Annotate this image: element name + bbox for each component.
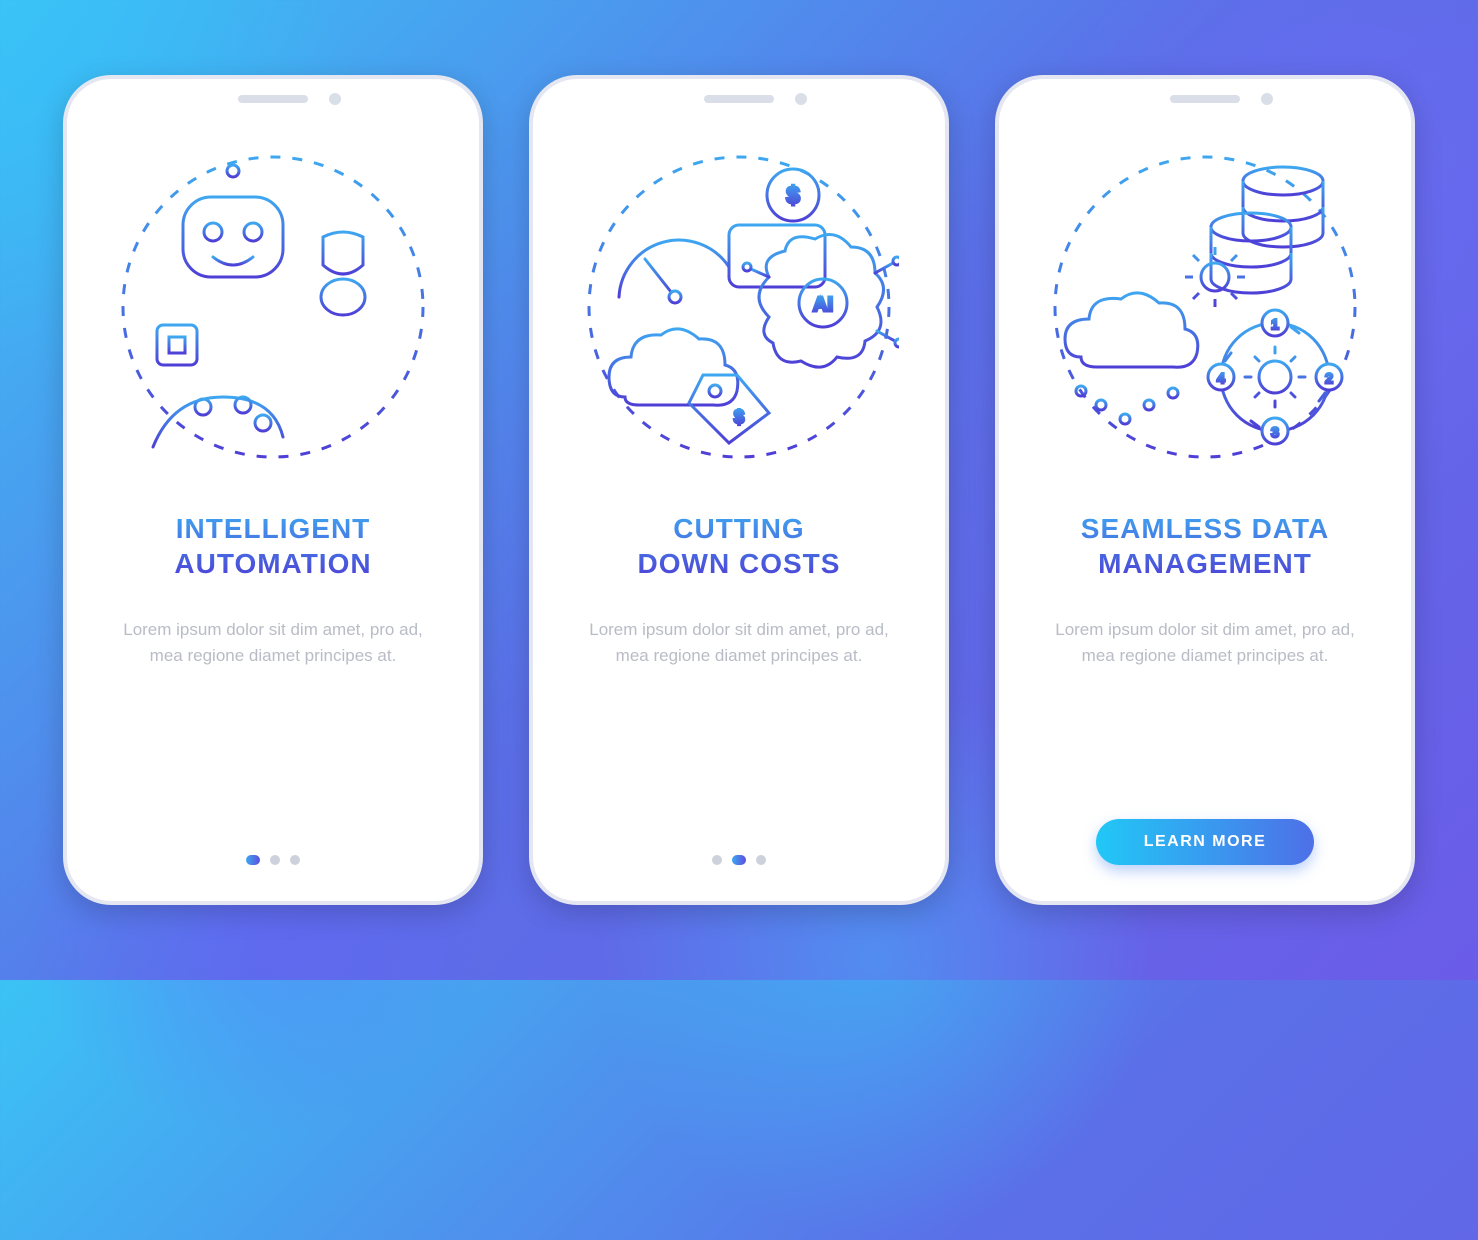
cloud-price-icon: $ (609, 329, 769, 443)
process-cycle-icon: 1 2 3 4 (1208, 310, 1342, 444)
robot-hand-icon (153, 397, 283, 447)
dollar-coin-icon: $ (767, 169, 819, 221)
dot-2[interactable] (270, 855, 280, 865)
dot-1[interactable] (246, 855, 260, 865)
dot-2[interactable] (732, 855, 746, 865)
gauge-icon (619, 240, 729, 303)
screen-title: CUTTING DOWN COSTS (638, 511, 841, 581)
pagination-dots[interactable] (712, 855, 766, 865)
automation-illustration (113, 147, 433, 467)
chip-icon (145, 313, 209, 377)
svg-text:$: $ (786, 182, 800, 209)
dot-3[interactable] (290, 855, 300, 865)
onboarding-screen-1: INTELLIGENT AUTOMATION Lorem ipsum dolor… (63, 75, 483, 905)
screen-title: INTELLIGENT AUTOMATION (174, 511, 371, 581)
screen-title: SEAMLESS DATA MANAGEMENT (1081, 511, 1329, 581)
onboarding-screen-3: 1 2 3 4 SEAMLESS DATA MANAGEMENT Lorem i… (995, 75, 1415, 905)
screen-body: Lorem ipsum dolor sit dim amet, pro ad, … (1055, 617, 1355, 670)
onboarding-stage: INTELLIGENT AUTOMATION Lorem ipsum dolor… (0, 0, 1478, 980)
onboarding-screen-2: $ AI $ CUTTIN (529, 75, 949, 905)
svg-text:$: $ (734, 407, 744, 427)
svg-text:AI: AI (813, 294, 833, 316)
svg-text:1: 1 (1271, 316, 1279, 332)
ai-brain-icon: AI (743, 235, 899, 368)
dot-1[interactable] (712, 855, 722, 865)
costs-illustration: $ AI $ (579, 147, 899, 467)
data-management-illustration: 1 2 3 4 (1045, 147, 1365, 467)
learn-more-button[interactable]: LEARN MORE (1096, 819, 1315, 865)
pagination-dots[interactable] (246, 855, 300, 865)
dot-3[interactable] (756, 855, 766, 865)
screen-body: Lorem ipsum dolor sit dim amet, pro ad, … (123, 617, 423, 670)
screen-body: Lorem ipsum dolor sit dim amet, pro ad, … (589, 617, 889, 670)
svg-text:4: 4 (1217, 370, 1225, 386)
cloud-network-icon (1065, 293, 1198, 424)
svg-text:3: 3 (1271, 424, 1279, 440)
crane-icon (263, 207, 413, 391)
svg-text:2: 2 (1325, 370, 1333, 386)
gear-icon (1185, 247, 1245, 307)
credit-card-icon (729, 225, 825, 287)
